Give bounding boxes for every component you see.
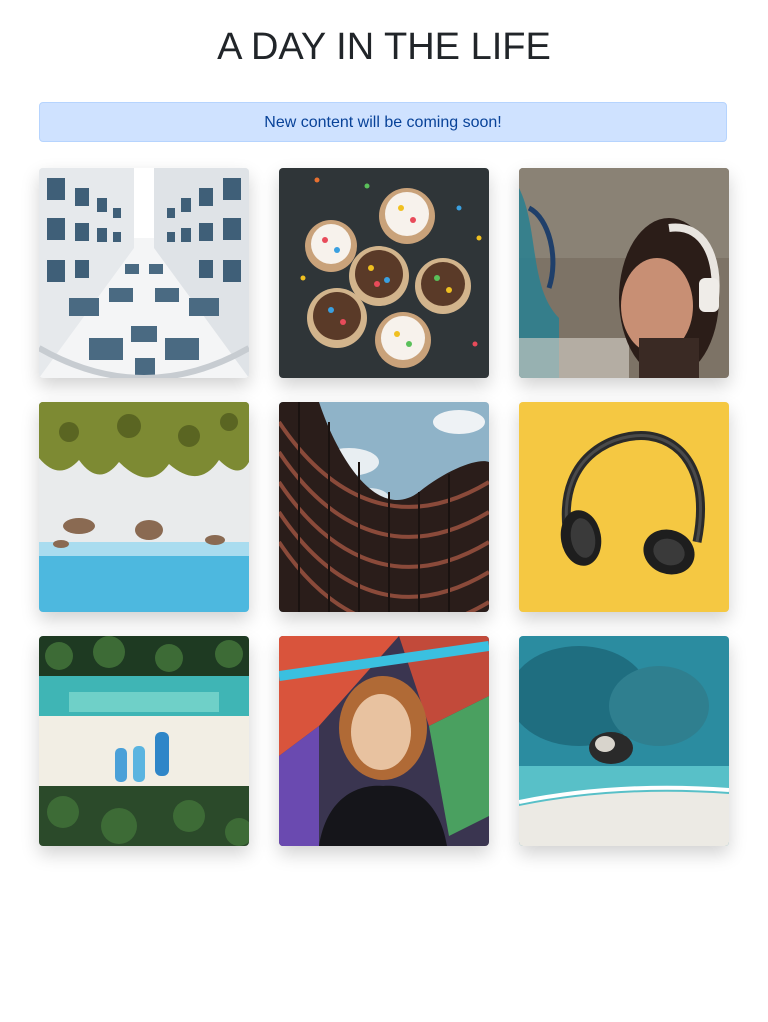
girl-headphones-graffiti-photo <box>519 168 729 378</box>
gallery-image-beach-boats[interactable] <box>39 636 249 846</box>
info-alert: New content will be coming soon! <box>39 102 727 142</box>
person-graffiti-wall-photo <box>279 636 489 846</box>
gallery-image-headphones-yellow[interactable] <box>519 402 729 612</box>
cupcakes-sprinkles-photo <box>279 168 489 378</box>
beach-boats-palms-aerial-photo <box>39 636 249 846</box>
beach-palm-trees-aerial-photo <box>39 402 249 612</box>
curved-building-sky-photo <box>279 402 489 612</box>
gallery-image-girl-headphones[interactable] <box>519 168 729 378</box>
gallery-image-person-graffiti[interactable] <box>279 636 489 846</box>
headphones-yellow-background-photo <box>519 402 729 612</box>
page-title: A DAY IN THE LIFE <box>217 26 551 68</box>
page: A DAY IN THE LIFE New content will be co… <box>0 0 768 1022</box>
gallery-image-building-facade[interactable] <box>39 168 249 378</box>
gallery-image-cupcakes[interactable] <box>279 168 489 378</box>
gallery-image-beach-palms[interactable] <box>39 402 249 612</box>
gallery-image-sea-rocks[interactable] <box>519 636 729 846</box>
gallery-image-curved-building[interactable] <box>279 402 489 612</box>
image-gallery <box>39 168 729 846</box>
turquoise-sea-rocks-aerial-photo <box>519 636 729 846</box>
white-building-facade-photo <box>39 168 249 378</box>
